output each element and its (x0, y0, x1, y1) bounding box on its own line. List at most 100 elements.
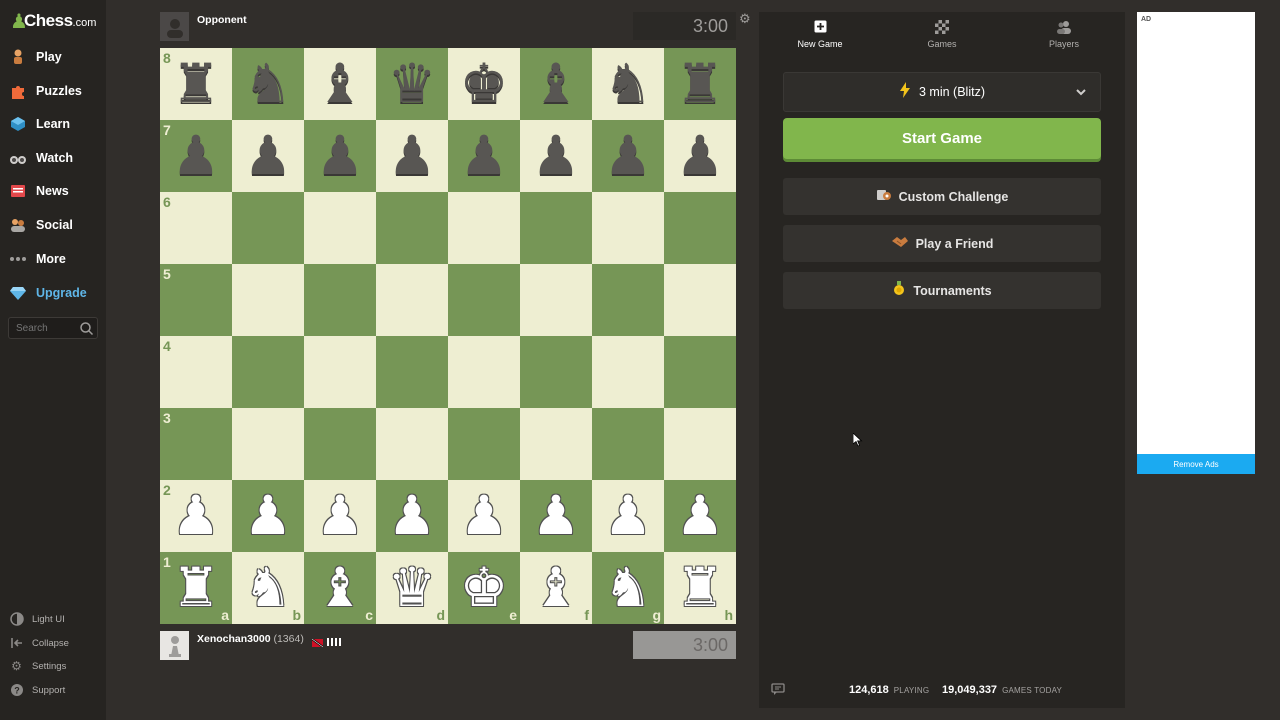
settings-link[interactable]: ⚙ Settings (9, 657, 66, 675)
square-g7[interactable]: ♟ (592, 120, 664, 192)
tab-new-game[interactable]: New Game (759, 12, 881, 56)
square-f3[interactable] (520, 408, 592, 480)
sidebar-item-news[interactable]: News (8, 179, 69, 203)
square-d5[interactable] (376, 264, 448, 336)
black-pawn-icon[interactable]: ♟ (316, 129, 364, 183)
white-pawn-icon[interactable]: ♟ (532, 489, 580, 543)
sidebar-item-puzzles[interactable]: Puzzles (8, 79, 82, 103)
square-d2[interactable]: ♟ (376, 480, 448, 552)
sidebar-item-more[interactable]: More (8, 247, 66, 271)
white-knight-icon[interactable]: ♞ (604, 561, 652, 615)
square-g3[interactable] (592, 408, 664, 480)
square-h3[interactable] (664, 408, 736, 480)
sidebar-item-watch[interactable]: Watch (8, 146, 73, 170)
square-c8[interactable]: ♝ (304, 48, 376, 120)
black-pawn-icon[interactable]: ♟ (604, 129, 652, 183)
square-h1[interactable]: h ♜ (664, 552, 736, 624)
square-c2[interactable]: ♟ (304, 480, 376, 552)
white-pawn-icon[interactable]: ♟ (604, 489, 652, 543)
black-knight-icon[interactable]: ♞ (244, 57, 292, 111)
square-g2[interactable]: ♟ (592, 480, 664, 552)
square-h2[interactable]: ♟ (664, 480, 736, 552)
black-bishop-icon[interactable]: ♝ (316, 57, 364, 111)
square-e1[interactable]: e ♚ (448, 552, 520, 624)
sidebar-item-learn[interactable]: Learn (8, 112, 70, 136)
playing-stat[interactable]: 124,618 PLAYING (849, 684, 929, 696)
black-pawn-icon[interactable]: ♟ (532, 129, 580, 183)
square-b6[interactable] (232, 192, 304, 264)
sidebar-item-play[interactable]: Play (8, 45, 62, 69)
white-pawn-icon[interactable]: ♟ (316, 489, 364, 543)
sidebar-item-upgrade[interactable]: Upgrade (8, 281, 87, 305)
black-knight-icon[interactable]: ♞ (604, 57, 652, 111)
square-g4[interactable] (592, 336, 664, 408)
board-settings-gear-icon[interactable]: ⚙ (739, 12, 753, 27)
square-h6[interactable] (664, 192, 736, 264)
square-d1[interactable]: d ♛ (376, 552, 448, 624)
square-d7[interactable]: ♟ (376, 120, 448, 192)
square-a2[interactable]: 2 ♟ (160, 480, 232, 552)
ad-banner[interactable]: AD Remove Ads (1137, 12, 1255, 474)
square-e5[interactable] (448, 264, 520, 336)
black-pawn-icon[interactable]: ♟ (460, 129, 508, 183)
chat-icon[interactable] (771, 683, 785, 698)
square-d3[interactable] (376, 408, 448, 480)
square-a5[interactable]: 5 (160, 264, 232, 336)
square-f8[interactable]: ♝ (520, 48, 592, 120)
play-a-friend-button[interactable]: Play a Friend (783, 225, 1101, 262)
black-pawn-icon[interactable]: ♟ (388, 129, 436, 183)
white-knight-icon[interactable]: ♞ (244, 561, 292, 615)
white-rook-icon[interactable]: ♜ (172, 561, 220, 615)
square-d6[interactable] (376, 192, 448, 264)
search-input[interactable] (16, 322, 78, 334)
games-today-stat[interactable]: 19,049,337 GAMES TODAY (942, 684, 1062, 696)
white-king-icon[interactable]: ♚ (460, 561, 508, 615)
square-f5[interactable] (520, 264, 592, 336)
square-f6[interactable] (520, 192, 592, 264)
square-e4[interactable] (448, 336, 520, 408)
square-c4[interactable] (304, 336, 376, 408)
black-rook-icon[interactable]: ♜ (676, 57, 724, 111)
square-b8[interactable]: ♞ (232, 48, 304, 120)
square-g8[interactable]: ♞ (592, 48, 664, 120)
square-g5[interactable] (592, 264, 664, 336)
tournaments-button[interactable]: Tournaments (783, 272, 1101, 309)
custom-challenge-button[interactable]: Custom Challenge (783, 178, 1101, 215)
white-pawn-icon[interactable]: ♟ (244, 489, 292, 543)
collapse-button[interactable]: Collapse (9, 634, 69, 652)
square-h4[interactable] (664, 336, 736, 408)
square-d8[interactable]: ♛ (376, 48, 448, 120)
square-e7[interactable]: ♟ (448, 120, 520, 192)
start-game-button[interactable]: Start Game (783, 118, 1101, 159)
chess-com-logo[interactable]: ♟ Chess .com (10, 10, 96, 32)
square-c5[interactable] (304, 264, 376, 336)
white-pawn-icon[interactable]: ♟ (388, 489, 436, 543)
square-e3[interactable] (448, 408, 520, 480)
square-d4[interactable] (376, 336, 448, 408)
white-bishop-icon[interactable]: ♝ (532, 561, 580, 615)
square-b3[interactable] (232, 408, 304, 480)
avatar[interactable] (160, 12, 189, 41)
white-queen-icon[interactable]: ♛ (388, 561, 436, 615)
white-rook-icon[interactable]: ♜ (676, 561, 724, 615)
square-h7[interactable]: ♟ (664, 120, 736, 192)
square-b7[interactable]: ♟ (232, 120, 304, 192)
time-control-select[interactable]: 3 min (Blitz) (783, 72, 1101, 112)
square-c7[interactable]: ♟ (304, 120, 376, 192)
square-f1[interactable]: f ♝ (520, 552, 592, 624)
square-g1[interactable]: g ♞ (592, 552, 664, 624)
player-name[interactable]: Xenochan3000 (1364) (197, 633, 304, 645)
white-pawn-icon[interactable]: ♟ (172, 489, 220, 543)
black-king-icon[interactable]: ♚ (460, 57, 508, 111)
square-b4[interactable] (232, 336, 304, 408)
square-g6[interactable] (592, 192, 664, 264)
square-a1[interactable]: 1 a ♜ (160, 552, 232, 624)
square-a7[interactable]: 7 ♟ (160, 120, 232, 192)
remove-ads-button[interactable]: Remove Ads (1137, 454, 1255, 474)
square-f4[interactable] (520, 336, 592, 408)
white-pawn-icon[interactable]: ♟ (460, 489, 508, 543)
square-e8[interactable]: ♚ (448, 48, 520, 120)
chess-board[interactable]: 8 ♜ ♞ ♝ ♛ ♚ ♝ ♞ ♜ 7 ♟ ♟ ♟ ♟ ♟ ♟ ♟ ♟ 6 5 4 3 2 ♟ ♟ ♟ ♟ ♟ ♟ ♟ ♟ 1 a ♜ b ♞ c ♝ d ♛… (160, 48, 736, 624)
black-bishop-icon[interactable]: ♝ (532, 57, 580, 111)
square-b2[interactable]: ♟ (232, 480, 304, 552)
